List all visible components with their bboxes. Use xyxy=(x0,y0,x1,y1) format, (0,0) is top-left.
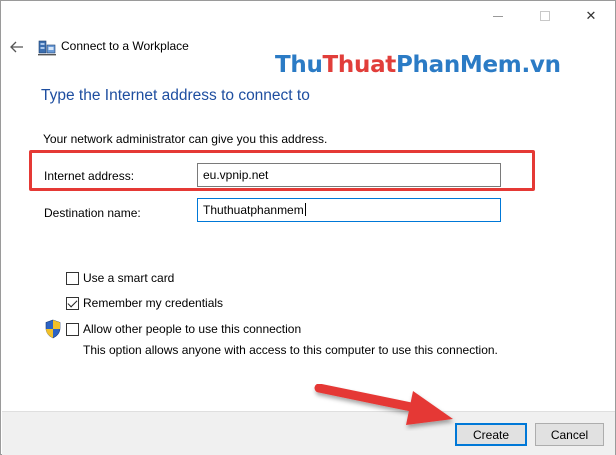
connect-workplace-window: ✕ Connect to a Workplace ThuThuatPhanMem… xyxy=(0,0,616,455)
destination-name-label: Destination name: xyxy=(44,206,141,220)
red-arrow-annotation xyxy=(314,383,453,425)
window-title: Connect to a Workplace xyxy=(61,39,189,53)
close-button[interactable]: ✕ xyxy=(568,1,614,31)
maximize-button[interactable] xyxy=(522,1,568,31)
watermark-part-2: Thuat xyxy=(322,52,397,78)
minimize-icon xyxy=(493,15,503,17)
instruction-text: Your network administrator can give you … xyxy=(43,132,328,146)
smart-card-checkbox[interactable] xyxy=(66,271,79,285)
create-button[interactable]: Create xyxy=(455,423,527,446)
text-caret xyxy=(304,203,306,216)
remember-credentials-option[interactable]: Remember my credentials xyxy=(66,295,223,311)
allow-others-checkbox[interactable] xyxy=(66,322,79,336)
allow-others-description: This option allows anyone with access to… xyxy=(83,343,498,357)
network-icon xyxy=(38,40,56,56)
uac-shield-icon xyxy=(45,319,61,339)
allow-others-option[interactable]: Allow other people to use this connectio… xyxy=(66,321,301,337)
allow-others-label: Allow other people to use this connectio… xyxy=(83,322,302,336)
close-icon: ✕ xyxy=(585,8,597,23)
destination-name-value: Thuthuatphanmem xyxy=(203,203,304,217)
highlight-annotation-box xyxy=(29,150,535,191)
maximize-icon xyxy=(540,11,550,21)
watermark-logo: ThuThuatPhanMem.vn xyxy=(275,52,561,78)
remember-credentials-label: Remember my credentials xyxy=(83,296,224,310)
back-button[interactable] xyxy=(7,37,27,57)
page-heading: Type the Internet address to connect to xyxy=(41,87,310,104)
smart-card-option[interactable]: Use a smart card xyxy=(66,270,174,286)
back-arrow-icon xyxy=(10,41,23,53)
watermark-part-4: .vn xyxy=(521,52,561,78)
watermark-part-1: Thu xyxy=(275,52,323,78)
minimize-button[interactable] xyxy=(475,1,521,31)
cancel-button[interactable]: Cancel xyxy=(535,423,604,446)
destination-name-input[interactable]: Thuthuatphanmem xyxy=(197,198,501,222)
smart-card-label: Use a smart card xyxy=(83,271,175,285)
watermark-part-3: PhanMem xyxy=(396,52,522,78)
remember-credentials-checkbox[interactable] xyxy=(66,296,79,310)
